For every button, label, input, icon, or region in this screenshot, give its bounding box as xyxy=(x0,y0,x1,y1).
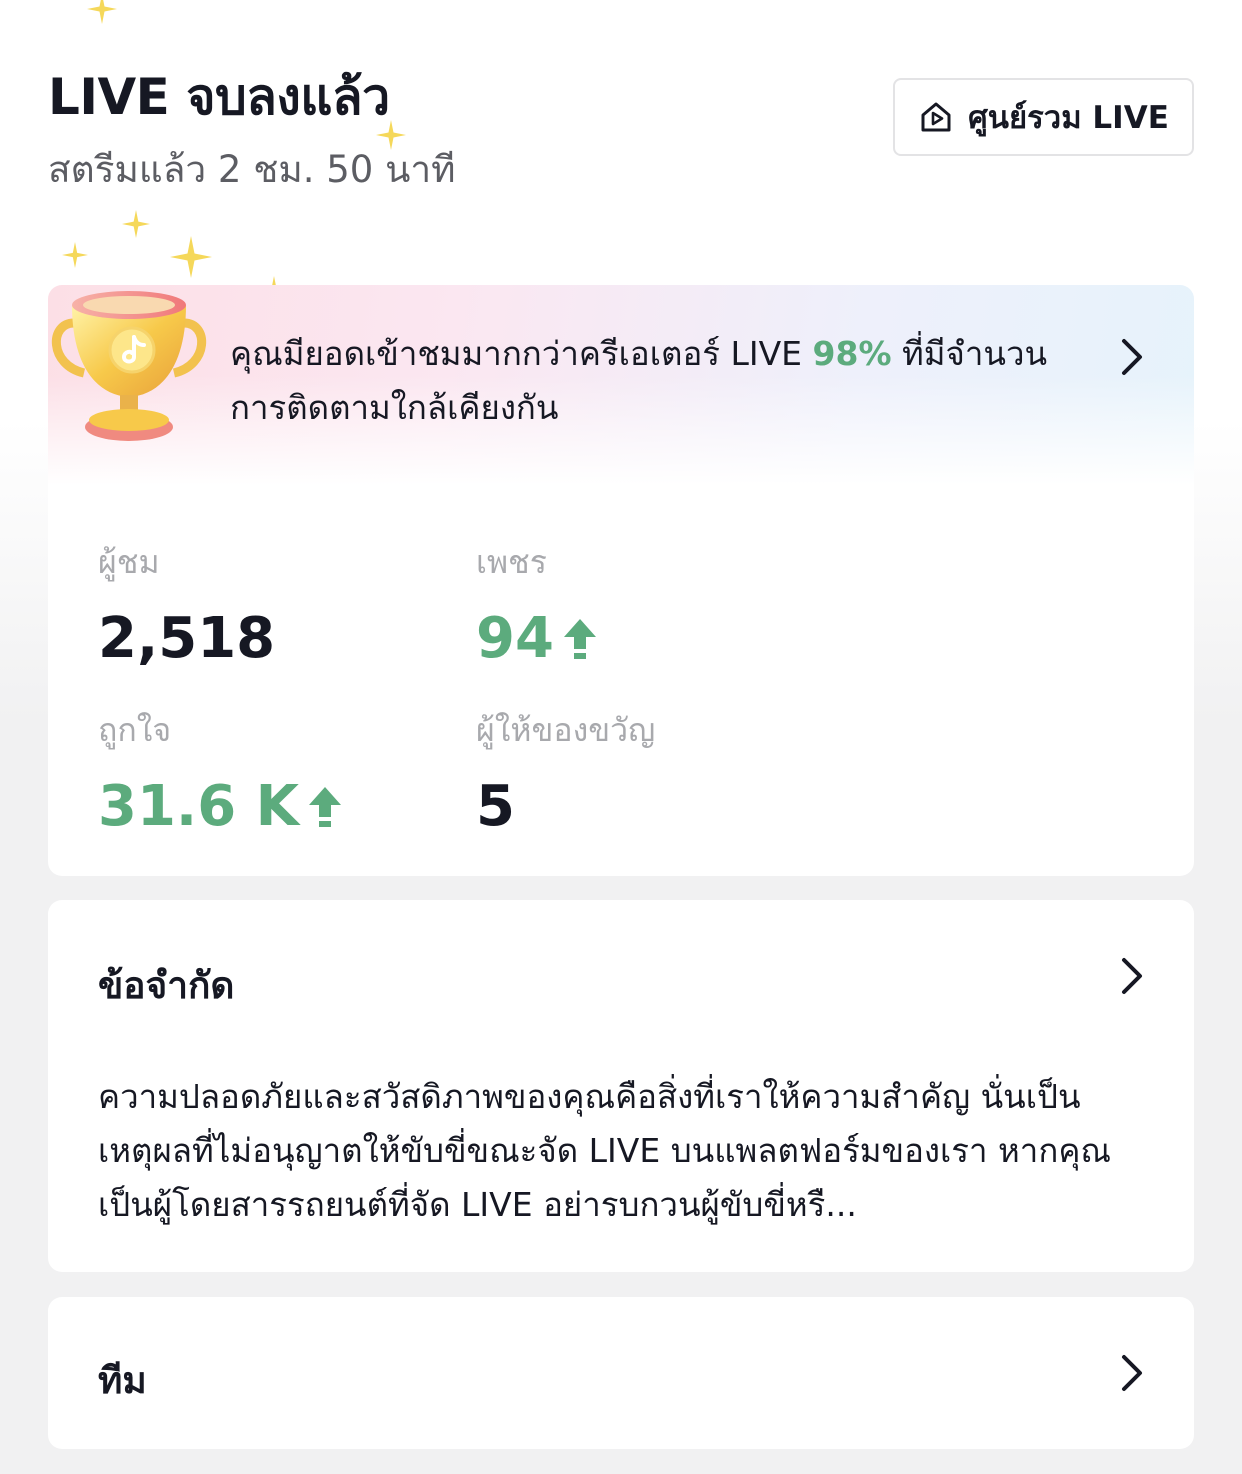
gifters-value: 5 xyxy=(476,774,515,839)
performance-text: คุณมียอดเข้าชมมากกว่าครีเอเตอร์ LIVE 98%… xyxy=(230,334,1048,427)
sparkle-icon xyxy=(170,236,212,278)
diamonds-value: 94 xyxy=(476,606,598,671)
diamonds-label: เพชร xyxy=(476,543,547,581)
chevron-right-icon[interactable] xyxy=(1118,337,1146,377)
restrictions-card[interactable]: ข้อจำกัด ความปลอดภัยและสวัสดิภาพของคุณคื… xyxy=(48,900,1194,1272)
stream-duration: สตรีมแล้ว 2 ชม. 50 นาที xyxy=(48,148,456,191)
viewers-label: ผู้ชม xyxy=(98,543,160,581)
sparkle-icon xyxy=(87,0,117,24)
chevron-right-icon[interactable] xyxy=(1118,956,1146,996)
gifters-metric: ผู้ให้ของขวัญ 5 xyxy=(476,705,655,839)
home-play-icon xyxy=(921,102,951,132)
live-center-label: ศูนย์รวม LIVE xyxy=(968,100,1169,136)
team-title: ทีม xyxy=(98,1359,147,1402)
likes-metric: ถูกใจ 31.6 K xyxy=(98,705,343,839)
likes-label: ถูกใจ xyxy=(98,711,172,749)
page-title: LIVE จบลงแล้ว xyxy=(48,68,390,126)
trend-up-icon xyxy=(309,786,342,827)
live-summary-card: คุณมียอดเข้าชมมากกว่าครีเอเตอร์ LIVE 98%… xyxy=(48,285,1194,876)
trend-up-icon xyxy=(563,618,596,659)
sparkle-icon xyxy=(122,210,150,238)
viewers-metric: ผู้ชม 2,518 xyxy=(98,537,275,671)
live-center-button[interactable]: ศูนย์รวม LIVE xyxy=(893,78,1194,156)
restrictions-title: ข้อจำกัด xyxy=(98,964,235,1007)
percentile-value: 98% xyxy=(812,334,892,373)
diamonds-metric: เพชร 94 xyxy=(476,537,598,671)
team-card[interactable]: ทีม xyxy=(48,1297,1194,1449)
likes-value: 31.6 K xyxy=(98,774,343,839)
restrictions-body: ความปลอดภัยและสวัสดิภาพของคุณคือสิ่งที่เ… xyxy=(98,1077,1112,1224)
trophy-icon xyxy=(51,291,207,441)
viewers-value: 2,518 xyxy=(98,606,276,671)
chevron-right-icon[interactable] xyxy=(1118,1353,1146,1393)
gifters-label: ผู้ให้ของขวัญ xyxy=(476,711,656,749)
sparkle-icon xyxy=(62,242,88,268)
